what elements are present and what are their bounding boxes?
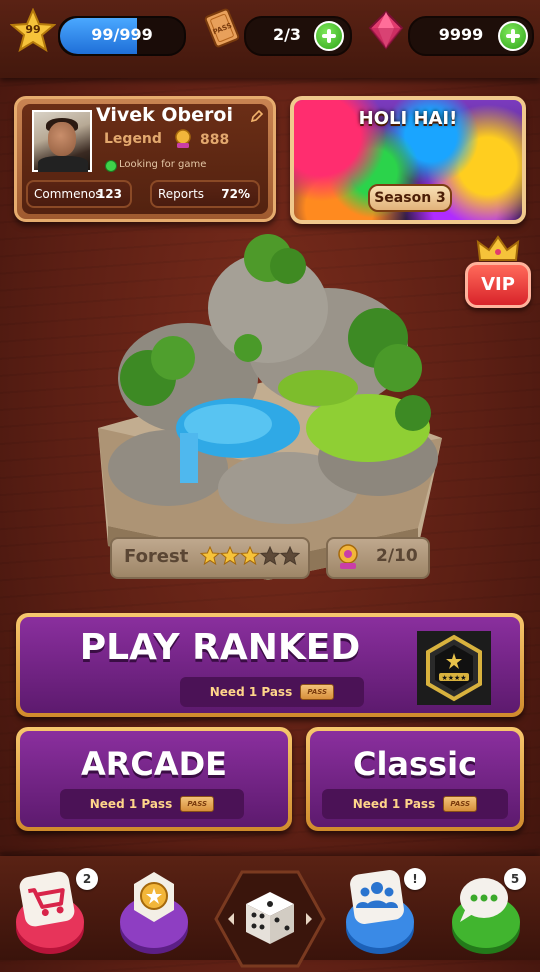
star-filled-icon: [220, 546, 240, 566]
requirement-text: Need 1 Pass: [352, 797, 436, 811]
trophy-progress: 2/10: [376, 546, 418, 566]
add-gems-button[interactable]: [498, 21, 528, 51]
pencil-icon[interactable]: [250, 108, 264, 123]
event-banner[interactable]: HOLI HAI! Season 3: [290, 96, 526, 224]
stat-value: 123: [96, 187, 122, 201]
player-rank: Legend: [104, 131, 162, 147]
level-island-image[interactable]: [78, 228, 462, 588]
star-empty-icon: [280, 546, 300, 566]
play-dice-button[interactable]: [214, 870, 326, 968]
classic-pass-requirement: Need 1 Pass PASS: [322, 789, 508, 819]
stat-commenos[interactable]: Commenos 123: [26, 180, 132, 208]
pass-ticket-icon: PASS: [443, 795, 478, 812]
level-stars: [200, 546, 300, 570]
event-title: HOLI HAI!: [358, 108, 458, 129]
xp-bar: 99/999: [58, 16, 186, 56]
requirement-text: Need 1 Pass: [89, 797, 173, 811]
achievements-button[interactable]: [114, 866, 194, 956]
arcade-pass-requirement: Need 1 Pass PASS: [60, 789, 244, 819]
vip-button[interactable]: VIP: [465, 262, 531, 308]
pass-ticket-icon: PASS: [200, 6, 244, 50]
gem-icon: [366, 10, 406, 50]
friends-alert-badge: !: [404, 868, 426, 890]
player-status: Looking for game: [119, 159, 207, 170]
season-button[interactable]: Season 3: [368, 184, 452, 212]
rank-badge-icon: ★★★★: [417, 631, 491, 705]
pass-ticket-icon: PASS: [300, 683, 335, 700]
arcade-title: ARCADE: [80, 745, 228, 783]
ranked-pass-requirement: Need 1 Pass PASS: [180, 677, 364, 707]
pass-ticket-icon: PASS: [180, 795, 215, 812]
stat-reports[interactable]: Reports 72%: [150, 180, 260, 208]
crown-icon: [476, 234, 520, 264]
requirement-text: Need 1 Pass: [209, 685, 293, 699]
add-pass-button[interactable]: [314, 21, 344, 51]
trophy-icon: [172, 128, 194, 150]
medal-icon: [140, 882, 168, 910]
shop-badge: 2: [76, 868, 98, 890]
online-status-dot: [105, 160, 117, 172]
level-star-icon[interactable]: 99: [9, 7, 57, 54]
arcade-button[interactable]: ARCADE Need 1 Pass PASS: [16, 727, 292, 831]
svg-text:★★★★: ★★★★: [441, 674, 466, 682]
stat-label: Reports: [158, 187, 205, 201]
stat-label: Commenos: [34, 187, 102, 201]
avatar[interactable]: [32, 110, 92, 172]
gems-counter: 9999: [408, 16, 534, 56]
chat-badge: 5: [504, 868, 526, 890]
trophy-icon: [334, 543, 362, 571]
passes-value: 2/3: [272, 25, 302, 44]
play-ranked-title: PLAY RANKED: [79, 627, 361, 668]
player-name: Vivek Oberoi: [96, 104, 233, 126]
passes-counter: 2/3: [244, 16, 352, 56]
classic-button[interactable]: Classic Need 1 Pass PASS: [306, 727, 524, 831]
classic-title: Classic: [352, 745, 478, 783]
star-filled-icon: [200, 546, 220, 566]
star-empty-icon: [260, 546, 280, 566]
star-filled-icon: [240, 546, 260, 566]
level-number: 99: [25, 23, 41, 36]
player-score: 888: [200, 132, 230, 148]
level-name: Forest: [124, 546, 189, 567]
gems-value: 9999: [438, 25, 484, 44]
xp-text: 99/999: [91, 25, 153, 44]
stat-value: 72%: [221, 187, 250, 201]
